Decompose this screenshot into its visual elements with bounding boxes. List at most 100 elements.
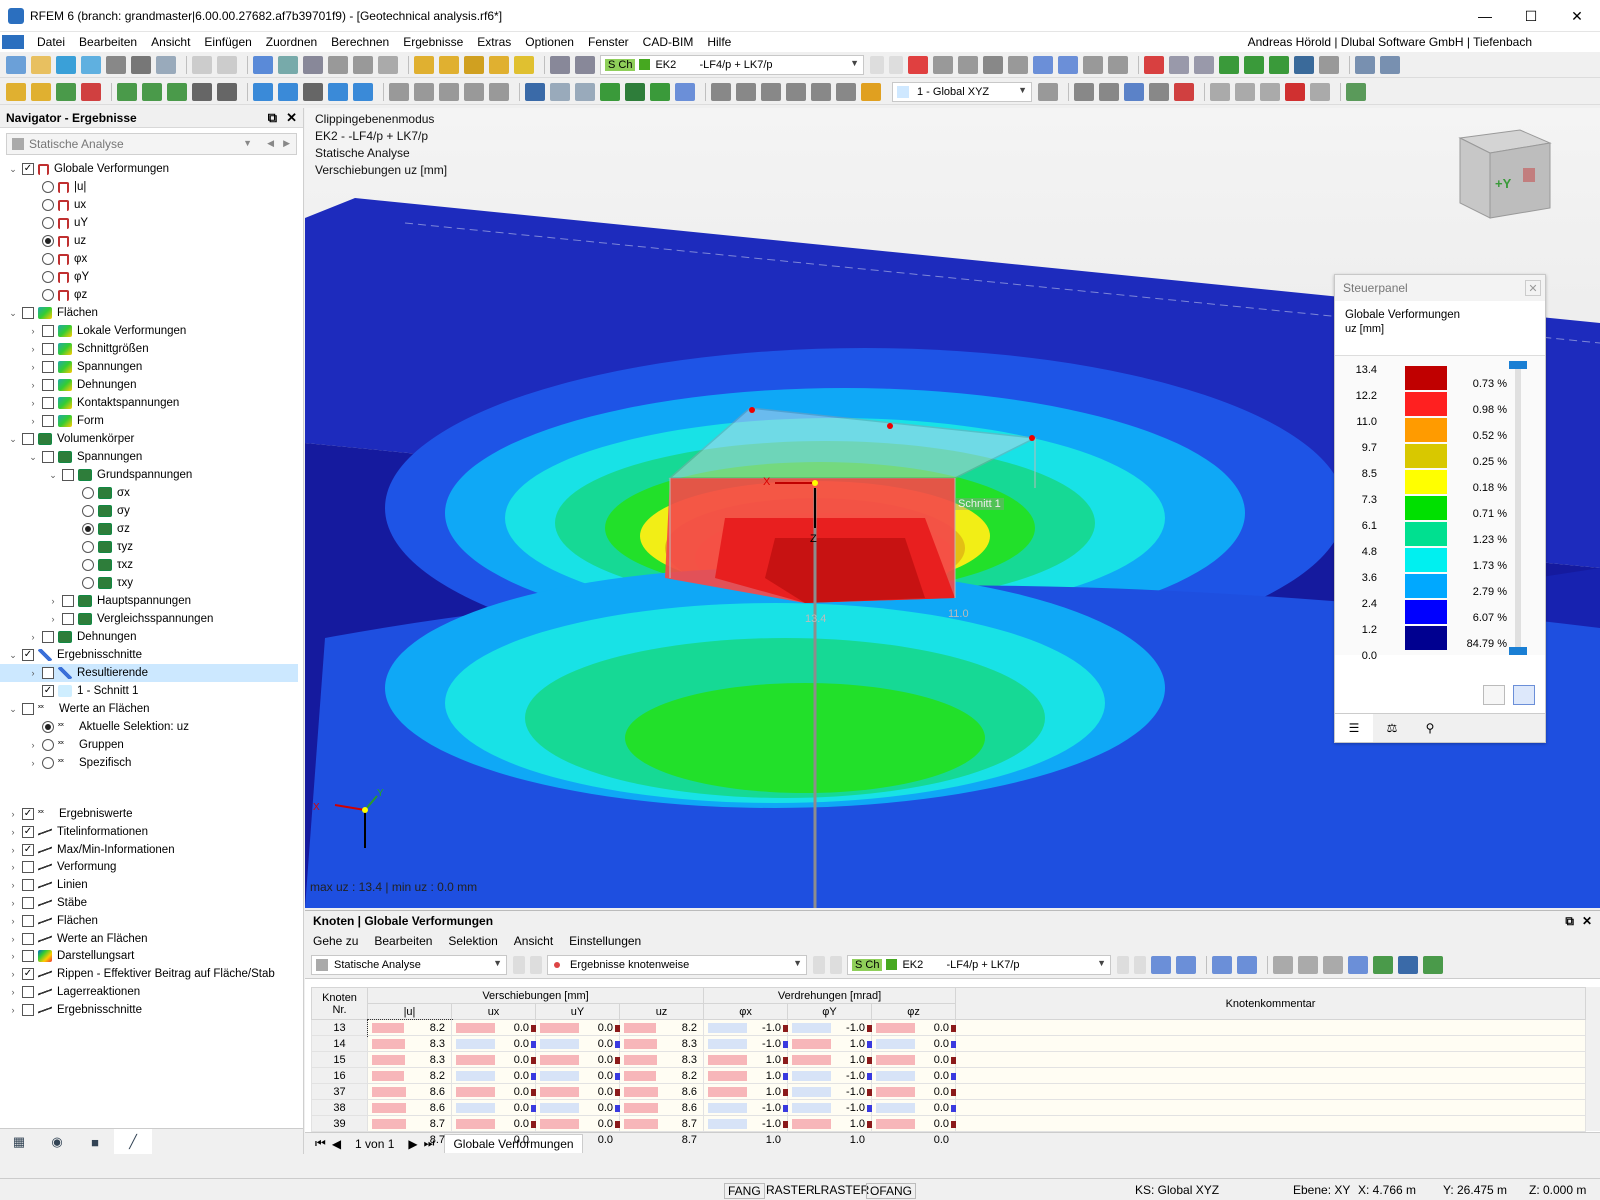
collapse-icon[interactable]: ⌄ — [8, 704, 18, 715]
results-menu-ansicht[interactable]: Ansicht — [506, 934, 561, 948]
next-icon[interactable] — [1134, 955, 1146, 974]
tree-item[interactable]: › Lokale Verformungen — [0, 322, 298, 340]
rotate-icon[interactable] — [1235, 82, 1255, 101]
radio-button[interactable] — [42, 289, 54, 301]
display-item[interactable]: › ✓ ˣˣ Ergebniswerte — [0, 805, 298, 823]
expand-icon[interactable]: › — [8, 987, 18, 997]
legend-tab-icon[interactable]: ☰ — [1335, 714, 1373, 742]
radio-button[interactable] — [42, 235, 54, 247]
checkbox[interactable] — [22, 433, 34, 445]
close-icon[interactable]: ✕ — [1525, 280, 1541, 296]
checkbox[interactable] — [22, 703, 34, 715]
animation-icon[interactable] — [1108, 55, 1128, 74]
save-icon[interactable] — [106, 55, 126, 74]
tree-item[interactable]: σz — [0, 520, 298, 538]
expand-icon[interactable]: › — [8, 827, 18, 837]
display-icon[interactable] — [1346, 82, 1366, 101]
cell-pz[interactable]: 0.0 — [871, 1067, 957, 1084]
results-analysis-combo[interactable]: Statische Analyse ▼ — [311, 954, 507, 975]
cell-ux[interactable]: 0.0 — [451, 1019, 536, 1036]
loadcase-icon[interactable] — [439, 55, 459, 74]
rows2-icon[interactable] — [1323, 955, 1343, 974]
analysis-select[interactable]: Statische Analyse ▼ ◀ ▶ — [6, 133, 297, 155]
cell-py[interactable]: -1.0 — [787, 1019, 873, 1036]
align4-icon[interactable] — [786, 82, 806, 101]
cell-ux[interactable]: 0.0 — [451, 1067, 536, 1084]
next-icon[interactable] — [830, 955, 842, 974]
grid4-icon[interactable] — [464, 82, 484, 101]
checkbox[interactable] — [42, 343, 54, 355]
tree-item[interactable]: φx — [0, 250, 298, 268]
tree-item[interactable]: σx — [0, 484, 298, 502]
tree-item[interactable]: › Schnittgrößen — [0, 340, 298, 358]
load-icon[interactable] — [414, 55, 434, 74]
cell-comment[interactable] — [955, 1035, 1586, 1052]
slider-bottom-handle[interactable] — [1509, 647, 1527, 655]
checkbox[interactable] — [42, 451, 54, 463]
block-icon[interactable] — [328, 82, 348, 101]
status-ofang[interactable]: OFANG — [866, 1183, 917, 1199]
prev-icon[interactable] — [513, 955, 525, 974]
snap5-icon[interactable] — [1174, 82, 1194, 101]
menu-hilfe[interactable]: Hilfe — [700, 35, 738, 49]
expand-icon[interactable]: › — [8, 934, 18, 944]
checkbox[interactable] — [22, 1003, 34, 1016]
cell-u[interactable]: 8.3 — [367, 1035, 452, 1052]
expand-icon[interactable]: › — [28, 740, 38, 750]
menu-cad-bim[interactable]: CAD-BIM — [636, 35, 701, 49]
radio-button[interactable] — [42, 181, 54, 193]
menu-einfuegen[interactable]: Einfügen — [197, 35, 258, 49]
checkbox[interactable] — [42, 415, 54, 427]
expand-icon[interactable]: › — [28, 668, 38, 678]
expand-icon[interactable]: › — [8, 845, 18, 855]
maximize-button[interactable]: ☐ — [1508, 0, 1554, 32]
radio-button[interactable] — [42, 253, 54, 265]
grid2-icon[interactable] — [414, 82, 434, 101]
xxx-icon[interactable] — [1008, 55, 1028, 74]
redo-icon[interactable] — [217, 55, 237, 74]
tree-item[interactable]: ⌄ Spannungen — [0, 448, 298, 466]
menu-ansicht[interactable]: Ansicht — [144, 35, 197, 49]
decimals-icon[interactable] — [1423, 955, 1443, 974]
table-row[interactable]: 13 8.2 0.0 0.0 8.2 -1.0 -1.0 0.0 — [311, 1018, 1586, 1037]
checkbox[interactable] — [62, 613, 74, 625]
solid-icon[interactable] — [278, 82, 298, 101]
select-view-icon[interactable] — [1176, 955, 1196, 974]
expand-icon[interactable]: › — [28, 326, 38, 336]
cell-ux[interactable]: 0.0 — [451, 1035, 536, 1052]
checkbox[interactable] — [22, 986, 34, 998]
tab-results-icon[interactable]: ╱ — [114, 1129, 152, 1154]
expand-icon[interactable]: › — [28, 344, 38, 354]
menu-datei[interactable]: Datei — [30, 35, 72, 49]
status-raster[interactable]: RASTER — [766, 1183, 815, 1197]
first-page-icon[interactable]: ⏮ — [315, 1136, 326, 1151]
deform-icon[interactable] — [983, 55, 1003, 74]
select-row-icon[interactable] — [1151, 955, 1171, 974]
table-row[interactable]: 14 8.3 0.0 0.0 8.3 -1.0 1.0 0.0 — [311, 1035, 1586, 1052]
checkbox[interactable] — [42, 667, 54, 679]
tree-item[interactable]: ⌄ ˣˣ Werte an Flächen — [0, 700, 298, 718]
opening-icon[interactable] — [303, 82, 323, 101]
display-item[interactable]: › Linien — [0, 876, 298, 894]
cell-py[interactable]: -1.0 — [787, 1083, 873, 1100]
tree-item[interactable]: › Dehnungen — [0, 628, 298, 646]
iso-icon[interactable] — [1319, 55, 1339, 74]
cell-u[interactable]: 8.7 — [367, 1115, 452, 1132]
scale-tab-icon[interactable]: ⚖ — [1373, 714, 1411, 742]
cell-uz[interactable]: 8.2 — [618, 1019, 705, 1036]
cell-pz[interactable]: 0.0 — [871, 1115, 957, 1132]
deselect-icon[interactable] — [908, 55, 928, 74]
tree-item[interactable]: › Vergleichsspannungen — [0, 610, 298, 628]
cell-py[interactable]: 1.0 — [787, 1115, 873, 1132]
tree-item[interactable]: ux — [0, 196, 298, 214]
collapse-icon[interactable]: ⌄ — [8, 434, 18, 445]
open-icon[interactable] — [31, 55, 51, 74]
show-values-icon[interactable] — [1237, 955, 1257, 974]
display-item[interactable]: › Verformung — [0, 858, 298, 876]
cell-uz[interactable]: 8.3 — [618, 1035, 705, 1052]
expand-icon[interactable]: › — [48, 596, 58, 606]
display-item[interactable]: › ✓ Max/Min-Informationen — [0, 841, 298, 859]
legend-slider[interactable] — [1515, 365, 1521, 655]
snap4-icon[interactable] — [1149, 82, 1169, 101]
cell-u[interactable]: 8.3 — [367, 1051, 452, 1068]
